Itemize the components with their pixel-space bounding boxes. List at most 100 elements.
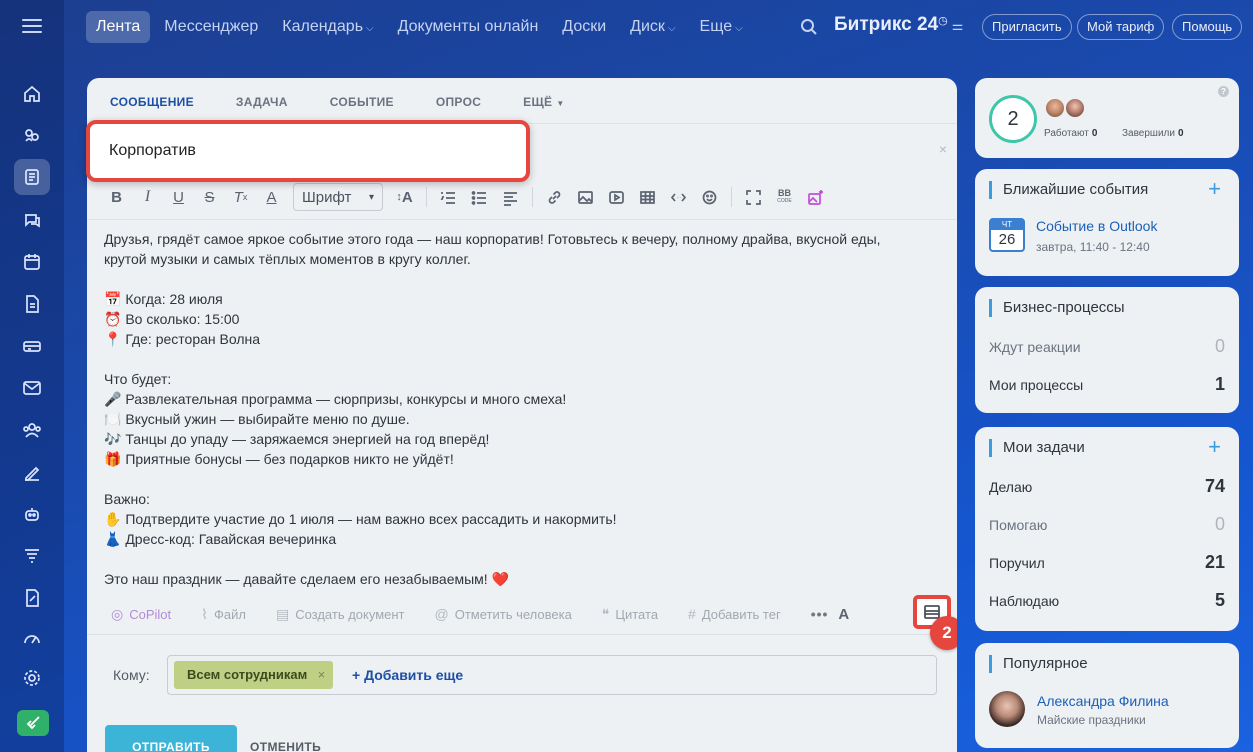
rocket-icon[interactable] [17, 710, 49, 736]
popular-post-title[interactable]: Майские праздники [1037, 713, 1146, 727]
remove-recipient-icon[interactable]: × [318, 661, 326, 689]
recipients-field[interactable]: Всем сотрудникам × + Добавить еще [167, 655, 937, 695]
nav-boards-label: Доски [562, 18, 607, 35]
nav-docs-online[interactable]: Документы онлайн [388, 11, 549, 43]
add-recipient-link[interactable]: + Добавить еще [352, 667, 463, 683]
avatar[interactable] [989, 691, 1025, 727]
attach-file-button[interactable]: ⌇ Файл [201, 606, 246, 623]
help-icon[interactable]: ? [1218, 86, 1229, 97]
emoji-icon[interactable] [694, 184, 725, 210]
add-task-icon[interactable]: + [1208, 436, 1221, 458]
font-size-button[interactable]: ↕ A [389, 184, 420, 210]
text-color-button[interactable]: A [256, 184, 287, 210]
close-title-icon[interactable]: × [939, 141, 947, 157]
image-icon[interactable] [570, 184, 601, 210]
tab-task[interactable]: ЗАДАЧА [236, 95, 288, 119]
copilot-button[interactable]: ◎ CoPilot [111, 606, 171, 623]
popular-author-link[interactable]: Александра Филина [1037, 693, 1169, 709]
fullscreen-icon[interactable] [738, 184, 769, 210]
avatar[interactable] [1044, 97, 1066, 119]
chevron-down-icon: ⌵ [735, 23, 743, 34]
code-icon[interactable] [663, 184, 694, 210]
search-icon[interactable] [800, 18, 818, 36]
numbered-list-icon[interactable] [433, 184, 464, 210]
nav-messenger[interactable]: Мессенджер [154, 11, 268, 43]
menu-icon[interactable] [22, 19, 42, 33]
avatar[interactable] [1064, 97, 1086, 119]
mail-icon[interactable] [14, 370, 50, 406]
align-icon[interactable] [495, 184, 526, 210]
settings-icon[interactable] [14, 660, 50, 696]
tasks-doing-value: 74 [1204, 476, 1225, 496]
bp-waiting-row[interactable]: Ждут реакции 0 [989, 336, 1225, 356]
text-format-toggle[interactable]: A [838, 606, 849, 623]
tab-poll[interactable]: ОПРОС [436, 95, 481, 119]
nav-calendar[interactable]: Календарь ⌵ [272, 11, 383, 43]
recipient-chip[interactable]: Всем сотрудникам × [174, 661, 334, 689]
message-body-editor[interactable]: Друзья, грядёт самое яркое событие этого… [104, 229, 944, 589]
brand-logo[interactable]: Битрикс 24◷ ⚌ [834, 14, 963, 36]
speed-icon[interactable] [14, 620, 50, 656]
add-event-icon[interactable]: + [1208, 178, 1221, 200]
italic-button[interactable]: I [132, 184, 163, 210]
home-icon[interactable] [14, 76, 50, 112]
nav-more-label: Еще [699, 18, 733, 35]
tab-event[interactable]: СОБЫТИЕ [330, 95, 394, 119]
sign-icon[interactable] [14, 454, 50, 490]
create-document-button[interactable]: ▤ Создать документ [276, 606, 405, 623]
video-icon[interactable] [601, 184, 632, 210]
underline-button[interactable]: U [163, 184, 194, 210]
copilot-icon: ◎ [111, 605, 124, 622]
hash-icon: # [688, 606, 696, 622]
nav-more[interactable]: Еще ⌵ [690, 11, 753, 43]
my-tariff-button[interactable]: Мой тариф [1077, 14, 1165, 40]
documents-icon[interactable] [14, 286, 50, 322]
clear-format-button[interactable]: Tx [225, 184, 256, 210]
toolbar-divider [532, 187, 533, 207]
font-select[interactable]: Шрифт ▾ [293, 183, 383, 211]
ai-image-icon[interactable] [800, 184, 831, 210]
event-link[interactable]: Событие в Outlook [1036, 218, 1157, 234]
invite-button[interactable]: Пригласить [982, 14, 1072, 40]
strikethrough-button[interactable]: S [194, 184, 225, 210]
mention-button[interactable]: @ Отметить человека [435, 606, 572, 622]
more-actions-icon[interactable]: ••• [811, 606, 829, 622]
feed-icon[interactable] [14, 159, 50, 195]
bullet-list-icon[interactable] [464, 184, 495, 210]
edit-doc-icon[interactable] [14, 580, 50, 616]
chat-icon[interactable] [14, 202, 50, 238]
bold-button[interactable]: B [101, 184, 132, 210]
tab-more[interactable]: ЕЩЁ ▼ [523, 95, 564, 119]
sales-funnel-icon[interactable] [14, 538, 50, 574]
employees-icon[interactable] [14, 412, 50, 448]
tasks-assigned-row[interactable]: Поручил 21 [989, 552, 1225, 572]
workload-widget: ? 2 Работают 0 Завершили 0 [975, 78, 1239, 158]
tasks-doing-row[interactable]: Делаю 74 [989, 476, 1225, 496]
add-tag-button[interactable]: # Добавить тег [688, 606, 781, 622]
bbcode-icon[interactable]: BB CODE [769, 184, 800, 210]
sliders-icon[interactable]: ⚌ [952, 18, 964, 33]
nav-disk[interactable]: Диск ⌵ [620, 11, 685, 43]
nav-boards[interactable]: Доски [552, 11, 616, 43]
help-button[interactable]: Помощь [1172, 14, 1243, 40]
table-icon[interactable] [632, 184, 663, 210]
nav-disk-label: Диск [630, 18, 665, 35]
link-icon[interactable] [539, 184, 570, 210]
tab-message[interactable]: СООБЩЕНИЕ [110, 95, 194, 133]
post-title-input[interactable]: Корпоратив [86, 120, 530, 182]
working-value: 0 [1091, 128, 1098, 139]
bp-mine-row[interactable]: Мои процессы 1 [989, 374, 1225, 394]
quote-button[interactable]: ❝ Цитата [602, 606, 658, 623]
send-button[interactable]: ОТПРАВИТЬ [105, 725, 237, 752]
tasks-helping-row[interactable]: Помогаю 0 [989, 514, 1225, 534]
composer-tabs: СООБЩЕНИЕ ЗАДАЧА СОБЫТИЕ ОПРОС ЕЩЁ ▼ [110, 95, 607, 133]
calendar-icon[interactable] [14, 244, 50, 280]
crm-icon[interactable] [14, 328, 50, 364]
cancel-button[interactable]: ОТМЕНИТЬ [250, 740, 321, 752]
tasks-watching-row[interactable]: Наблюдаю 5 [989, 590, 1225, 610]
workload-counter[interactable]: 2 [989, 95, 1037, 143]
nav-feed[interactable]: Лента [86, 11, 151, 43]
copilot-label: CoPilot [129, 606, 172, 622]
bot-icon[interactable] [14, 496, 50, 532]
collab-icon[interactable] [14, 117, 50, 153]
